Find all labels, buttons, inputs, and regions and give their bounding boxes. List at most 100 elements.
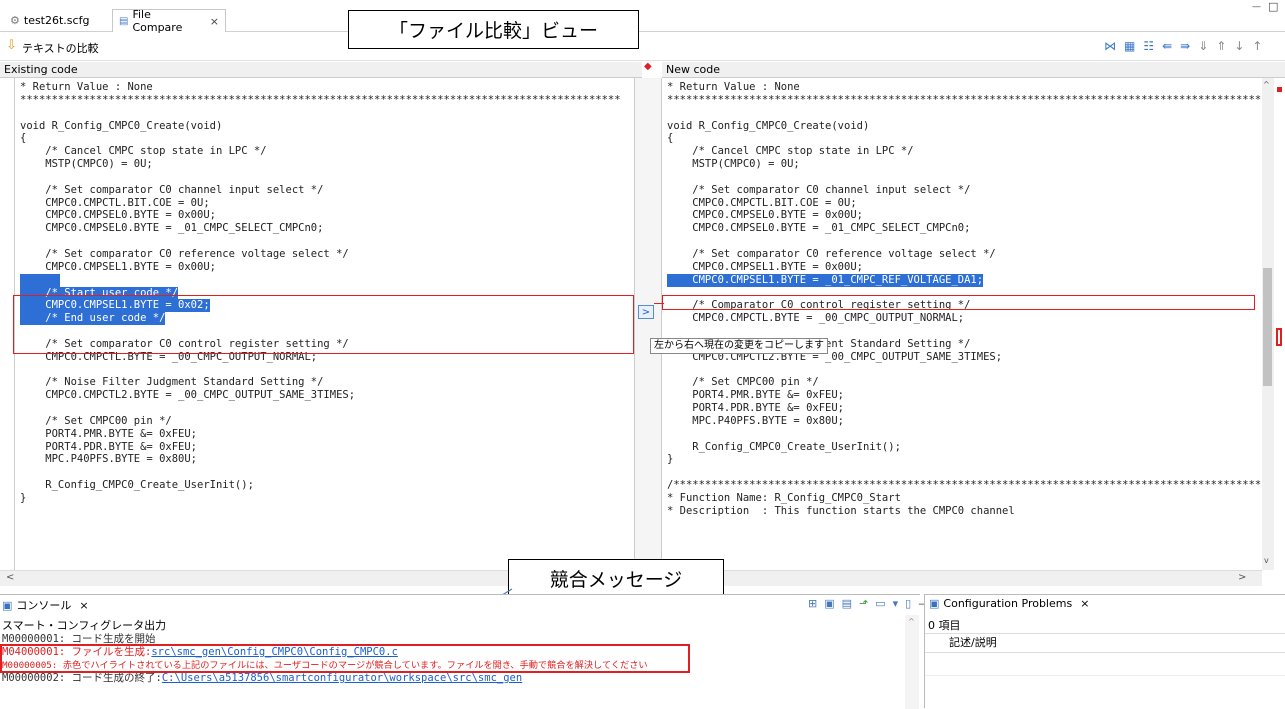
code-line: void R_Config_CMPC0_Create(void) — [667, 119, 870, 132]
existing-code-text[interactable]: * Return Value : None *******************… — [15, 78, 634, 505]
diff-center-gutter — [634, 78, 662, 570]
code-line: /* Noise Filter Judgment Standard Settin… — [20, 376, 324, 389]
scroll-thumb[interactable] — [1263, 268, 1272, 386]
output-folder-link[interactable]: C:\Users\a5137856\smartconfigurator\work… — [162, 672, 522, 684]
overview-ruler — [1274, 78, 1285, 570]
scroll-lock-icon[interactable]: ▣ — [824, 597, 834, 610]
code-line: /***************************************… — [667, 479, 1262, 492]
copy-left-to-right-button[interactable]: > — [638, 305, 654, 319]
code-line: void R_Config_CMPC0_Create(void) — [20, 119, 223, 132]
code-line — [20, 273, 634, 287]
code-line: CMPC0.CMPSEL0.BYTE = _01_CMPC_SELECT_CMP… — [20, 222, 324, 235]
merge-structure-icon[interactable]: ☷ — [1143, 39, 1154, 53]
code-line: /* Set comparator C0 reference voltage s… — [667, 247, 996, 260]
code-line: ****************************************… — [20, 93, 621, 106]
existing-code-header: Existing code — [0, 62, 642, 78]
copy-current-icon[interactable]: ⇛ — [1180, 39, 1190, 53]
code-line: /* Cancel CMPC stop state in LPC */ — [20, 145, 267, 158]
console-tab[interactable]: ▣ コンソール × — [2, 597, 89, 613]
code-line: MPC.P40PFS.BYTE = 0x80U; — [20, 453, 198, 466]
problems-count: 0 項目 — [928, 619, 961, 632]
code-line: * Return Value : None — [20, 81, 153, 93]
code-line: PORT4.PMR.BYTE &= 0xFEU; — [20, 427, 198, 440]
new-code-pane[interactable]: * Return Value : None *******************… — [662, 78, 1262, 570]
next-difference-icon[interactable]: ⇓ — [1198, 39, 1208, 53]
code-line: { — [20, 132, 27, 145]
problems-column-header[interactable]: 記述/説明 — [925, 633, 1285, 653]
code-line: /* Set comparator C0 channel input selec… — [667, 183, 971, 196]
copy-tooltip: 左から右へ現在の変更をコピーします — [650, 338, 828, 354]
code-line: CMPC0.CMPSEL0.BYTE = 0x00U; — [20, 209, 216, 222]
code-line: R_Config_CMPC0_Create_UserInit(); — [20, 479, 254, 492]
toolbar-title: テキストの比較 — [22, 42, 99, 55]
gear-icon: ⚙ — [10, 14, 20, 27]
code-line: PORT4.PMR.BYTE &= 0xFEU; — [667, 389, 845, 402]
conflict-box-left — [13, 295, 634, 354]
conflict-marker-icon: ◆ — [644, 61, 652, 72]
code-line: MPC.P40PFS.BYTE = 0x80U; — [667, 414, 845, 427]
code-line: CMPC0.CMPCTL.BIT.COE = 0U; — [667, 196, 857, 209]
code-line: MSTP(CMPC0) = 0U; — [667, 158, 800, 171]
toolbar-buttons: ⋈ ▦ ☷ ⇚ ⇛ ⇓ ⇑ ↓ ↑ — [1104, 39, 1262, 53]
editor-tab-bar: ⚙ test26t.scfg ▤ File Compare × — □ — [0, 0, 1285, 34]
word-wrap-icon[interactable]: ▤ — [842, 597, 852, 610]
new-console-icon[interactable]: ▯ — [905, 597, 911, 610]
scroll-left-icon[interactable]: < — [6, 572, 14, 583]
code-line: MSTP(CMPC0) = 0U; — [20, 158, 153, 171]
code-line: } — [20, 492, 27, 504]
callout-compare-view: 「ファイル比較」ビュー — [348, 10, 639, 49]
code-line: /* Set CMPC00 pin */ — [20, 414, 172, 427]
previous-difference-icon[interactable]: ⇑ — [1216, 39, 1226, 53]
minimize-icon[interactable]: — — [1252, 2, 1261, 12]
code-line: CMPC0.CMPCTL2.BYTE = _00_CMPC_OUTPUT_SAM… — [20, 389, 356, 402]
scroll-up-icon[interactable]: ^ — [1263, 80, 1270, 89]
close-icon[interactable]: × — [210, 15, 219, 28]
previous-change-icon[interactable]: ↑ — [1252, 39, 1262, 53]
open-console-icon[interactable]: ▾ — [893, 597, 899, 610]
conflict-message-box — [0, 644, 690, 673]
display-console-icon[interactable]: ▭ — [875, 597, 885, 610]
show-ancestor-icon[interactable]: ▦ — [1124, 39, 1135, 53]
code-line: R_Config_CMPC0_Create_UserInit(); — [667, 440, 901, 453]
copy-all-left-icon[interactable]: ⇚ — [1162, 39, 1172, 53]
code-line: ****************************************… — [667, 93, 1262, 106]
scroll-up-icon[interactable]: ^ — [908, 617, 915, 626]
code-line: /* Cancel CMPC stop state in LPC */ — [667, 145, 914, 158]
console-scrollbar[interactable]: ^ — [905, 615, 919, 709]
close-icon[interactable]: × — [1080, 597, 1089, 610]
scroll-down-icon[interactable]: v — [1264, 556, 1269, 565]
close-icon[interactable]: × — [79, 599, 88, 612]
right-vertical-scrollbar[interactable]: ^ v — [1262, 78, 1274, 570]
ignore-whitespace-icon[interactable]: ⋈ — [1104, 39, 1116, 53]
console-subtitle: スマート・コンフィグレータ出力 — [2, 619, 167, 632]
tab-file-compare[interactable]: ▤ File Compare × — [112, 8, 226, 34]
code-line: /* Set comparator C0 channel input selec… — [20, 183, 324, 196]
left-gutter — [0, 78, 14, 570]
next-change-icon[interactable]: ↓ — [1234, 39, 1244, 53]
code-line: /* Set comparator C0 reference voltage s… — [20, 247, 349, 260]
problems-tab[interactable]: ▣ Configuration Problems × — [929, 597, 1089, 610]
conflict-box-right — [662, 295, 1255, 310]
pin-console-icon[interactable]: ⬏ — [859, 597, 868, 610]
callout-conflict-message: 競合メッセージ — [508, 559, 724, 597]
code-line: CMPC0.CMPSEL0.BYTE = _01_CMPC_SELECT_CMP… — [667, 222, 971, 235]
scroll-right-icon[interactable]: > — [1238, 572, 1246, 583]
maximize-icon[interactable]: □ — [1268, 0, 1278, 13]
code-line: } — [667, 453, 674, 466]
code-line: CMPC0.CMPCTL.BYTE = _00_CMPC_OUTPUT_NORM… — [667, 312, 965, 325]
tab-test26t[interactable]: ⚙ test26t.scfg — [4, 9, 95, 32]
new-code-header: New code — [662, 62, 1285, 78]
clear-console-icon[interactable]: ⊞ — [808, 597, 817, 610]
code-line: * Return Value : None — [667, 81, 800, 93]
console-panel: ▣ コンソール × ⊞ ▣ ▤ ⬏ ▭ ▾ ▯ — □ スマート・コンフィグレー… — [0, 594, 947, 709]
